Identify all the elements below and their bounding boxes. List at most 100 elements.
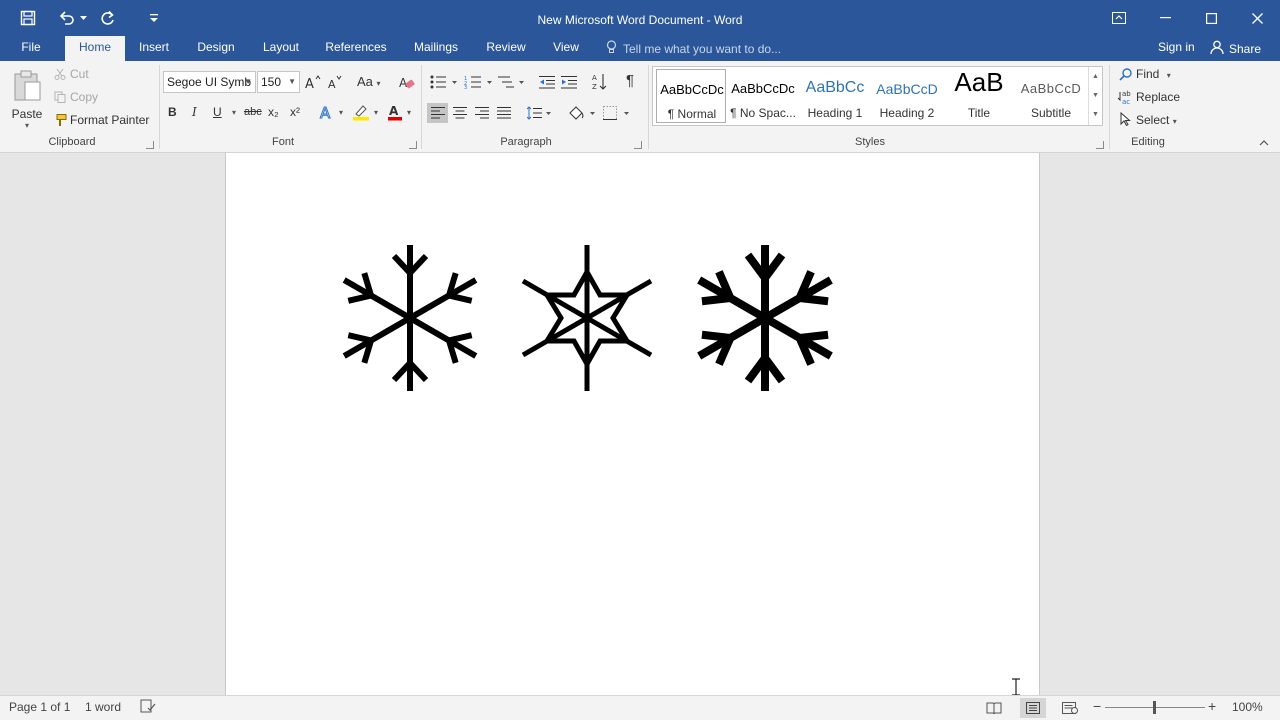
font-color-icon[interactable]: A (386, 103, 404, 121)
tab-references[interactable]: References (320, 36, 392, 61)
minimize-icon[interactable] (1142, 0, 1188, 36)
shrink-font-icon[interactable]: A (327, 73, 343, 91)
tab-insert[interactable]: Insert (133, 36, 175, 61)
shading-icon[interactable] (566, 103, 598, 123)
replace-icon: ab ac (1116, 89, 1132, 105)
font-group-label: Font (271, 136, 294, 148)
paste-icon (12, 70, 42, 105)
tab-view[interactable]: View (546, 36, 586, 61)
sort-icon[interactable]: AZ (591, 72, 609, 92)
clear-formatting-icon[interactable]: A (398, 73, 416, 91)
word-count[interactable]: 1 word (85, 700, 121, 714)
tab-file[interactable]: File (12, 36, 50, 61)
select-button[interactable]: Select ▾ (1136, 113, 1177, 127)
underline-dropdown-icon[interactable]: ▾ (232, 108, 236, 117)
grow-font-icon[interactable]: A (305, 73, 321, 91)
style-sample: AaBbCcDc (731, 81, 795, 96)
multilevel-list-icon[interactable] (497, 73, 527, 91)
text-effects-dropdown-icon[interactable]: ▾ (339, 108, 343, 117)
copy-button[interactable]: Copy (70, 90, 98, 104)
style-name: Heading 2 (879, 106, 935, 120)
borders-icon[interactable] (602, 103, 632, 123)
italic-button[interactable]: I (192, 105, 197, 119)
increase-indent-icon[interactable] (560, 73, 578, 91)
decrease-indent-icon[interactable] (538, 73, 556, 91)
svg-text:3: 3 (464, 85, 467, 89)
subscript-button[interactable]: x₂ (268, 105, 279, 119)
style-title[interactable]: AaB Title (944, 67, 1014, 123)
zoom-level[interactable]: 100% (1232, 700, 1263, 714)
style-no-spacing[interactable]: AaBbCcDc ¶ No Spac... (728, 69, 798, 123)
superscript-button[interactable]: x² (290, 105, 300, 119)
undo-icon[interactable] (56, 0, 78, 36)
page-count[interactable]: Page 1 of 1 (9, 700, 70, 714)
proofing-icon[interactable] (140, 699, 156, 716)
tab-layout[interactable]: Layout (256, 36, 306, 61)
tell-me-text: Tell me what you want to do... (623, 41, 782, 56)
svg-text:A: A (328, 78, 336, 89)
font-family-select[interactable]: Segoe UI Symb ▼ (163, 71, 256, 93)
change-case-button[interactable]: Aa ▾ (357, 74, 381, 89)
zoom-out-icon[interactable]: − (1093, 698, 1101, 714)
paste-dropdown-icon: ▾ (24, 121, 29, 130)
copy-icon (53, 90, 67, 104)
style-subtitle[interactable]: AaBbCcD Subtitle (1016, 69, 1086, 123)
align-center-icon[interactable] (451, 103, 469, 123)
font-launcher-icon[interactable] (409, 141, 417, 149)
style-sample: AaBbCcD (1020, 81, 1082, 96)
justify-icon[interactable] (495, 103, 513, 123)
find-label: Find (1136, 67, 1160, 81)
replace-button[interactable]: Replace (1136, 90, 1180, 104)
maximize-icon[interactable] (1188, 0, 1234, 36)
sign-in-link[interactable]: Sign in (1158, 36, 1195, 61)
style-heading-2[interactable]: AaBbCcD Heading 2 (872, 69, 942, 123)
tab-review[interactable]: Review (479, 36, 533, 61)
underline-button[interactable]: U (213, 105, 222, 119)
tab-home[interactable]: Home (65, 36, 125, 61)
align-right-icon[interactable] (473, 103, 491, 123)
read-mode-icon[interactable] (981, 698, 1007, 718)
highlight-icon[interactable] (351, 103, 371, 121)
bold-button[interactable]: B (168, 105, 177, 119)
bullets-icon[interactable] (428, 73, 460, 91)
style-normal[interactable]: AaBbCcDc ¶ Normal (656, 69, 726, 123)
show-formatting-marks-button[interactable]: ¶ (626, 72, 634, 89)
cut-button[interactable]: Cut (70, 67, 89, 81)
find-button[interactable]: Find ▾ (1136, 67, 1171, 81)
redo-icon[interactable] (94, 0, 122, 36)
numbering-icon[interactable]: 123 (463, 73, 495, 91)
strikethrough-button[interactable]: abc (244, 106, 262, 118)
align-left-icon[interactable] (427, 103, 448, 123)
undo-dropdown-icon[interactable] (78, 0, 88, 36)
customize-qat-icon[interactable] (140, 0, 168, 36)
close-icon[interactable] (1234, 0, 1280, 36)
style-heading-1[interactable]: AaBbCc Heading 1 (800, 69, 870, 123)
clipboard-launcher-icon[interactable] (146, 141, 154, 149)
tell-me-box[interactable]: Tell me what you want to do... (606, 36, 781, 61)
styles-group-label: Styles (855, 136, 885, 148)
print-layout-icon[interactable] (1020, 698, 1046, 718)
document-page[interactable] (225, 153, 1040, 695)
styles-launcher-icon[interactable] (1096, 141, 1104, 149)
svg-text:ab: ab (1122, 90, 1131, 98)
format-painter-button[interactable]: Format Painter (70, 113, 149, 127)
line-spacing-icon[interactable] (526, 103, 554, 123)
tab-design[interactable]: Design (190, 36, 242, 61)
text-effects-icon[interactable]: A (318, 103, 336, 121)
share-button[interactable]: Share (1210, 36, 1261, 61)
zoom-in-icon[interactable]: + (1208, 698, 1216, 714)
paste-button[interactable]: Paste ▾ (8, 65, 46, 135)
scroll-down-icon[interactable]: ▼ (1089, 86, 1102, 105)
font-color-dropdown-icon[interactable]: ▾ (407, 108, 411, 117)
zoom-slider-thumb[interactable] (1153, 701, 1156, 714)
web-layout-icon[interactable] (1057, 698, 1083, 718)
paragraph-launcher-icon[interactable] (634, 141, 642, 149)
save-icon[interactable] (14, 0, 42, 36)
font-size-select[interactable]: 150 ▼ (257, 71, 300, 93)
highlight-dropdown-icon[interactable]: ▾ (374, 108, 378, 117)
scroll-up-icon[interactable]: ▲ (1089, 67, 1102, 86)
more-styles-icon[interactable]: ▼ (1089, 105, 1102, 124)
collapse-ribbon-icon[interactable] (1256, 137, 1272, 149)
tab-mailings[interactable]: Mailings (407, 36, 465, 61)
ribbon-display-options-icon[interactable] (1096, 0, 1142, 36)
